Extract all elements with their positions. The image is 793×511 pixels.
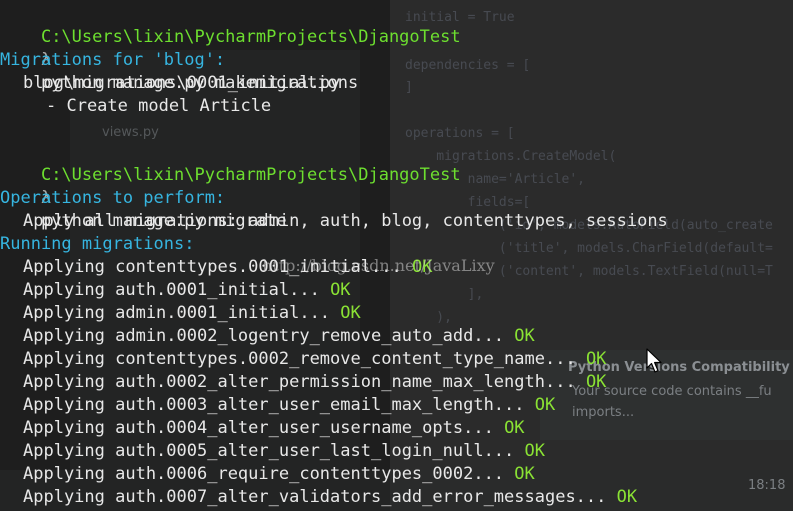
apply-all-line: Apply all migrations: admin, auth, blog,… [23, 211, 668, 231]
ok-status: OK [340, 303, 361, 323]
ok-status: OK [514, 464, 535, 484]
migration-step-text: Applying auth.0005_alter_user_last_login… [23, 441, 515, 461]
migration-step: Applying contenttypes.0002_remove_conten… [0, 348, 793, 371]
migration-step: Applying auth.0002_alter_permission_name… [0, 371, 793, 394]
migration-step-text: Applying auth.0004_alter_user_username_o… [23, 418, 494, 438]
ok-status: OK [585, 372, 607, 392]
prompt-line: C:\Users\lixin\PycharmProjects\DjangoTes… [0, 3, 793, 47]
migration-step-text: Applying auth.0003_alter_user_email_max_… [23, 395, 525, 415]
mouse-cursor-icon [646, 348, 662, 373]
migration-step: Applying auth.0003_alter_user_email_max_… [0, 394, 793, 417]
migration-step-text: Applying auth.0002_alter_permission_name… [23, 372, 576, 392]
ok-status: OK [524, 441, 546, 461]
operations-heading: Operations to perform: [0, 188, 226, 208]
migration-file: blog\migrations\0001_initial.py [23, 73, 341, 93]
command-line: λ python manage.py makemigrations [0, 26, 793, 93]
migration-step: Applying auth.0006_require_contenttypes_… [0, 463, 793, 486]
migrations-for-heading: Migrations for 'blog': [0, 50, 226, 70]
running-migrations-heading: Running migrations: [0, 234, 195, 254]
migration-step: Applying auth.0001_initial... OK [0, 279, 793, 302]
create-model-line: - Create model Article [46, 96, 272, 116]
migration-step: Applying auth.0007_alter_validators_add_… [0, 486, 793, 509]
migration-step-text: Applying admin.0002_logentry_remove_auto… [23, 326, 505, 346]
migration-step: Applying auth.0005_alter_user_last_login… [0, 440, 793, 463]
migration-step-text: Applying auth.0007_alter_validators_add_… [23, 487, 607, 507]
command-line: λ python manage.py migrate [0, 164, 793, 231]
ok-status: OK [534, 395, 556, 415]
migration-step-text: Applying auth.0006_require_contenttypes_… [23, 464, 505, 484]
migration-step: Applying admin.0002_logentry_remove_auto… [0, 325, 793, 348]
migration-step: Applying auth.0004_alter_user_username_o… [0, 417, 793, 440]
ok-status: OK [616, 487, 638, 507]
ok-status: OK [504, 418, 525, 438]
migration-step: Applying admin.0001_initial... OK [0, 302, 793, 325]
migration-step-text: Applying auth.0001_initial... [23, 280, 320, 300]
prompt-line: C:\Users\lixin\PycharmProjects\DjangoTes… [0, 141, 793, 185]
watermark-text: http://blog.csdn.net/JavaLixy [262, 256, 495, 275]
ok-status: OK [514, 326, 535, 346]
migration-step-text: Applying admin.0001_initial... [23, 303, 331, 323]
ok-status: OK [585, 349, 607, 369]
migration-step-text: Applying contenttypes.0002_remove_conten… [23, 349, 576, 369]
ok-status: OK [330, 280, 351, 300]
